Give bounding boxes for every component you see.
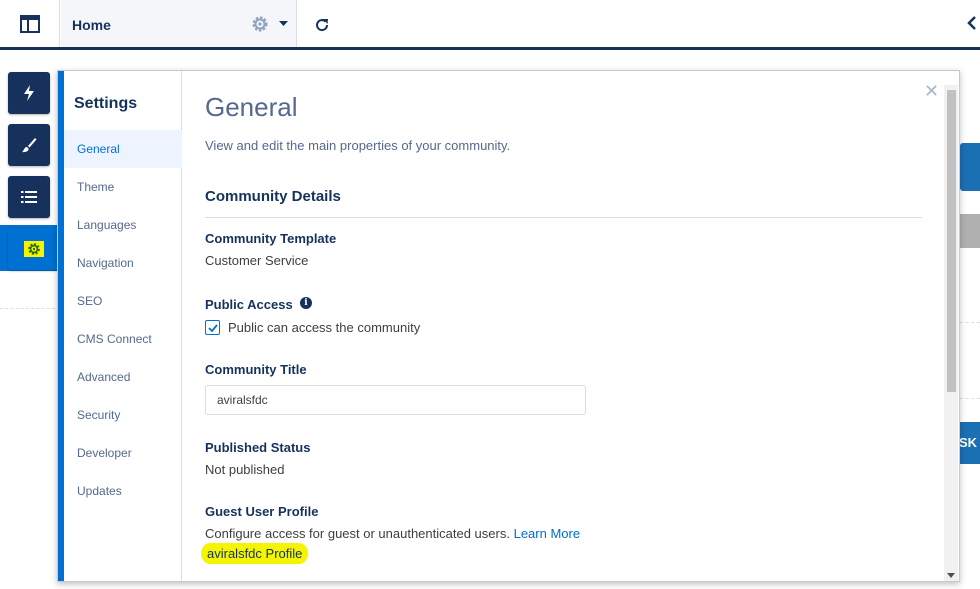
community-title-input[interactable] [205,385,586,415]
background-bar [960,214,980,248]
settings-nav-navigation[interactable]: Navigation [64,244,182,282]
section-divider [205,217,922,218]
settings-title: Settings [74,95,138,112]
status-label: Published Status [205,440,311,455]
page-description: View and edit the main properties of you… [205,138,511,153]
settings-nav: General Theme Languages Navigation SEO C… [64,130,182,510]
info-icon[interactable]: i [300,297,312,309]
settings-gear-highlight [24,241,44,257]
background-divider [960,398,980,399]
background-panel [960,143,980,191]
settings-nav-cms-connect[interactable]: CMS Connect [64,320,182,358]
checkmark-icon [207,323,218,332]
public-access-checkbox[interactable] [205,320,220,335]
caret-down-icon[interactable] [279,21,288,27]
builder-header: Home [0,0,980,50]
settings-gear-icon [28,243,40,255]
close-icon[interactable]: ✕ [924,82,940,100]
template-value: Customer Service [205,253,309,268]
public-access-checkbox-label[interactable]: Public can access the community [228,320,420,335]
settings-panel: Settings General Theme Languages Navigat… [57,70,960,582]
gear-icon[interactable] [251,15,269,33]
template-label: Community Template [205,231,337,246]
settings-sidebar: Settings General Theme Languages Navigat… [64,71,182,581]
settings-nav-theme[interactable]: Theme [64,168,182,206]
background-divider [0,308,60,309]
scroll-down-icon[interactable] [946,571,956,579]
refresh-icon[interactable] [312,15,332,35]
settings-nav-developer[interactable]: Developer [64,434,182,472]
guest-profile-description: Configure access for guest or unauthenti… [205,526,580,541]
page-name: Home [72,17,111,33]
settings-nav-advanced[interactable]: Advanced [64,358,182,396]
page-structure-button[interactable] [8,176,50,218]
guest-profile-label: Guest User Profile [205,504,319,519]
settings-nav-languages[interactable]: Languages [64,206,182,244]
scrollbar-thumb[interactable] [947,90,956,392]
guest-profile-link[interactable]: aviralsfdc Profile [201,543,309,564]
back-arrow-icon[interactable] [966,14,980,32]
settings-nav-security[interactable]: Security [64,396,182,434]
settings-nav-general[interactable]: General [64,130,182,168]
list-icon [21,191,37,203]
page-selector[interactable]: Home [61,0,297,47]
general-settings: General View and edit the main propertie… [201,71,922,581]
settings-nav-updates[interactable]: Updates [64,472,182,510]
title-label: Community Title [205,362,307,377]
brush-icon [22,138,37,153]
lightning-icon [24,85,34,101]
background-divider [960,322,980,323]
layout-icon [19,14,40,33]
guest-description-text: Configure access for guest or unauthenti… [205,526,510,541]
public-access-label: Public Access [205,297,293,312]
learn-more-link[interactable]: Learn More [514,526,580,541]
page-title: General [205,92,298,122]
section-title: Community Details [205,188,341,205]
settings-nav-seo[interactable]: SEO [64,282,182,320]
theme-button[interactable] [8,124,50,166]
components-button[interactable] [8,72,50,114]
settings-button[interactable] [8,228,60,270]
status-value: Not published [205,462,285,477]
app-switcher[interactable] [0,0,60,47]
